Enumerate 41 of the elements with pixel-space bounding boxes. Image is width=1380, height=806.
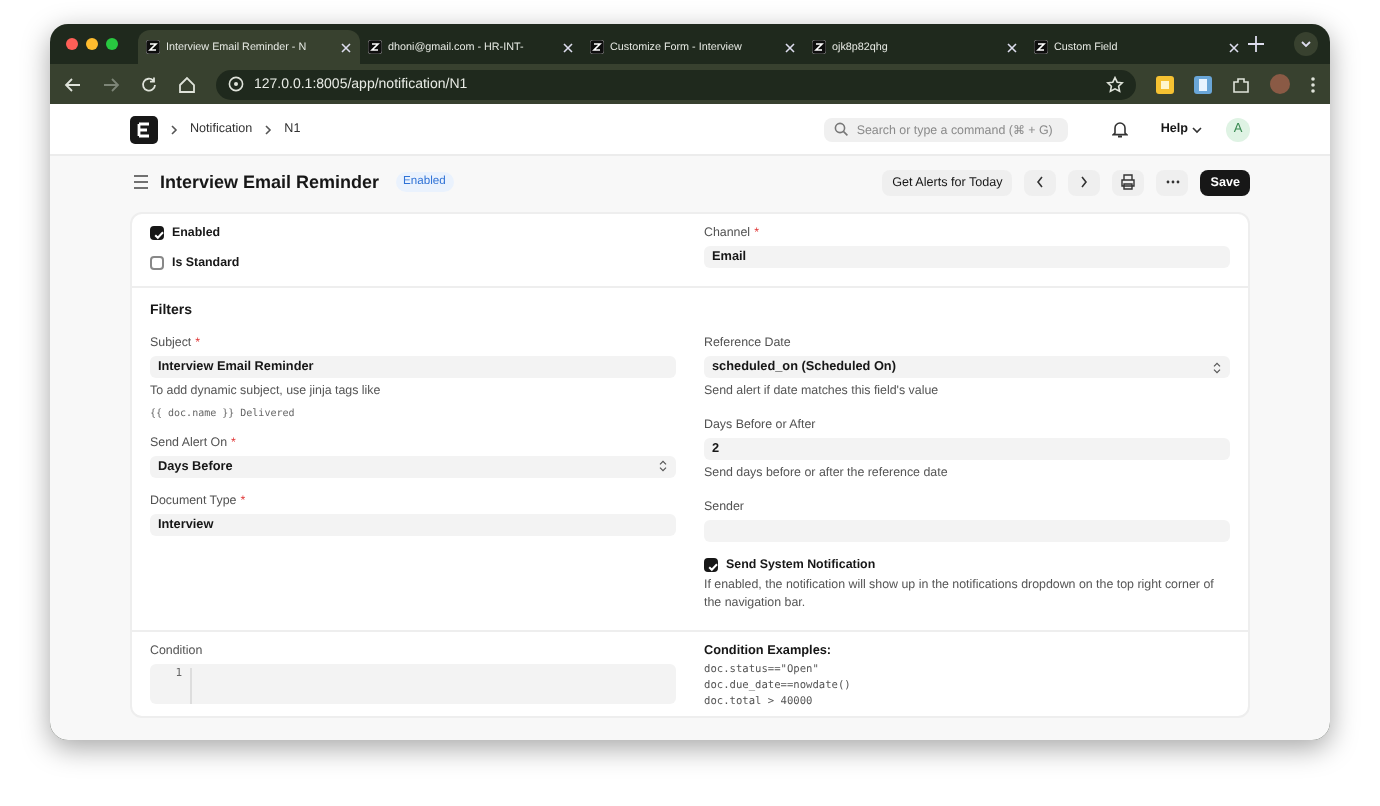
extension-icon[interactable] [1156,75,1174,93]
home-icon[interactable] [178,75,196,93]
close-icon[interactable] [562,41,574,53]
dropdown-icon[interactable] [1294,32,1318,56]
page-title: Interview Email Reminder [160,172,380,192]
print-button[interactable] [1112,169,1145,195]
favicon-icon [146,40,160,54]
search-icon [834,122,849,136]
chevron-left-icon [1036,176,1045,188]
printer-icon [1120,174,1137,190]
close-icon[interactable] [340,41,352,53]
favicon-icon [368,40,382,54]
next-button[interactable] [1068,169,1101,195]
previous-button[interactable] [1024,169,1057,195]
checkbox[interactable] [150,226,164,240]
chevron-right-icon [170,123,178,135]
favicon-icon [1034,40,1048,54]
site-info-icon[interactable] [228,76,244,92]
more-icon[interactable] [1310,75,1316,93]
close-icon[interactable] [1228,41,1240,53]
star-icon[interactable] [1106,75,1124,93]
menu-icon[interactable] [134,174,148,190]
bell-icon[interactable] [1112,120,1129,138]
updown-icon [658,460,668,473]
chevron-right-icon [264,123,273,135]
checkbox[interactable] [704,557,718,572]
puzzle-icon[interactable] [1232,75,1250,93]
favicon-icon [590,40,604,54]
checkbox[interactable] [150,256,164,270]
chevron-down-icon [1192,125,1202,133]
new-tab-icon[interactable] [1248,36,1264,52]
updown-icon [1212,361,1222,373]
reload-icon[interactable] [140,75,158,93]
forward-icon[interactable] [102,75,120,93]
close-icon[interactable] [784,41,796,53]
back-icon[interactable] [64,75,82,93]
chevron-right-icon [1080,176,1089,188]
app-logo-icon[interactable] [130,115,158,143]
close-icon[interactable] [1006,41,1018,53]
favicon-icon [812,40,826,54]
extension-icon[interactable] [1194,75,1212,93]
